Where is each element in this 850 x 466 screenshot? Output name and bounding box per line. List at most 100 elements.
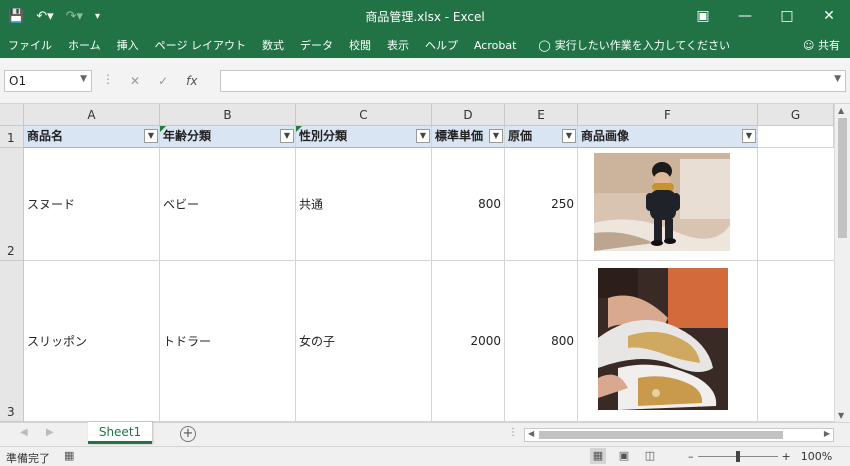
save-icon[interactable]: 💾 bbox=[8, 9, 24, 24]
zoom-slider-knob[interactable] bbox=[735, 451, 740, 462]
redo-icon[interactable]: ↷▾ bbox=[66, 9, 83, 24]
column-header-g[interactable]: G bbox=[758, 104, 834, 126]
ribbon-display-options-icon[interactable]: ▣ bbox=[682, 0, 724, 32]
macro-record-icon[interactable]: ▦ bbox=[64, 449, 74, 462]
zoom-slider[interactable] bbox=[697, 449, 778, 463]
cell-number: 800 bbox=[551, 334, 574, 348]
scroll-down-icon[interactable]: ▼ bbox=[838, 411, 844, 420]
scroll-up-icon[interactable]: ▲ bbox=[838, 106, 844, 115]
column-header-f[interactable]: F bbox=[578, 104, 758, 126]
sheet-tab-sheet1[interactable]: Sheet1 bbox=[88, 422, 152, 444]
cell-a2[interactable]: スヌード bbox=[24, 148, 160, 261]
filter-dropdown-icon[interactable]: ▼ bbox=[742, 129, 756, 143]
header-label: 商品画像 bbox=[581, 129, 630, 143]
tab-split-grip-icon[interactable]: ⋮ bbox=[508, 427, 518, 438]
tab-home[interactable]: ホーム bbox=[60, 37, 109, 53]
header-cell-cost[interactable]: 原価 ▼ bbox=[505, 126, 578, 148]
shoes-photo-svg bbox=[598, 268, 728, 410]
vertical-scroll-thumb[interactable] bbox=[838, 118, 847, 238]
filter-dropdown-icon[interactable]: ▼ bbox=[280, 129, 294, 143]
tab-file[interactable]: ファイル bbox=[0, 37, 60, 53]
column-header-c[interactable]: C bbox=[296, 104, 432, 126]
undo-icon[interactable]: ↶▾ bbox=[36, 9, 53, 24]
share-label: 共有 bbox=[818, 39, 840, 52]
column-header-e[interactable]: E bbox=[505, 104, 578, 126]
cell-d3[interactable]: 2000 bbox=[432, 261, 505, 422]
toddler-in-snood-photo[interactable] bbox=[594, 153, 730, 251]
filter-dropdown-icon[interactable]: ▼ bbox=[562, 129, 576, 143]
window-title: 商品管理.xlsx - Excel bbox=[365, 9, 485, 24]
tell-me-box[interactable]: ◯ 実行したい作業を入力してください bbox=[538, 37, 730, 53]
chevron-down-icon[interactable]: ▼ bbox=[80, 74, 87, 84]
enter-icon[interactable]: ✓ bbox=[158, 74, 168, 88]
formula-bar: O1 ▼ ⋮ ✕ ✓ fx ▼ bbox=[0, 58, 850, 104]
insert-function-icon[interactable]: fx bbox=[186, 74, 197, 88]
page-layout-view-icon[interactable]: ▣ bbox=[616, 448, 632, 464]
header-cell-standard-price[interactable]: 標準単価 ▼ bbox=[432, 126, 505, 148]
cell-b3[interactable]: トドラー bbox=[160, 261, 296, 422]
header-cell-age-category[interactable]: 年齢分類 ▼ bbox=[160, 126, 296, 148]
scroll-left-icon[interactable]: ◀ bbox=[528, 429, 534, 438]
horizontal-scroll-thumb[interactable] bbox=[539, 431, 783, 439]
filter-dropdown-icon[interactable]: ▼ bbox=[144, 129, 158, 143]
cell-c3[interactable]: 女の子 bbox=[296, 261, 432, 422]
tab-page-layout[interactable]: ページ レイアウト bbox=[147, 37, 254, 53]
cell-b2[interactable]: ベビー bbox=[160, 148, 296, 261]
cell-text: 共通 bbox=[299, 197, 324, 212]
cell-g2[interactable] bbox=[758, 148, 834, 261]
cell-e3[interactable]: 800 bbox=[505, 261, 578, 422]
customize-qat-icon[interactable]: ▾ bbox=[95, 11, 100, 22]
maximize-icon[interactable]: □ bbox=[766, 0, 808, 32]
minimize-icon[interactable]: — bbox=[724, 0, 766, 32]
tab-acrobat[interactable]: Acrobat bbox=[466, 39, 524, 52]
header-label: 性別分類 bbox=[299, 129, 348, 143]
tab-insert[interactable]: 挿入 bbox=[109, 37, 147, 53]
row-header-1[interactable]: 1 bbox=[0, 126, 24, 148]
column-header-b[interactable]: B bbox=[160, 104, 296, 126]
expand-formula-bar-icon[interactable]: ▼ bbox=[834, 74, 841, 84]
header-cell-gender-category[interactable]: 性別分類 ▼ bbox=[296, 126, 432, 148]
zoom-out-icon[interactable]: – bbox=[688, 450, 694, 463]
add-sheet-icon[interactable]: + bbox=[180, 426, 196, 442]
tab-data[interactable]: データ bbox=[292, 37, 341, 53]
formula-input[interactable]: ▼ bbox=[220, 70, 846, 92]
worksheet-grid[interactable]: A B C D E F G 1 2 3 商品名 ▼ 年齢分類 ▼ 性別分類 ▼ … bbox=[0, 104, 834, 422]
name-box[interactable]: O1 ▼ bbox=[4, 70, 92, 92]
cell-g1[interactable] bbox=[758, 126, 834, 148]
column-header-a[interactable]: A bbox=[24, 104, 160, 126]
header-cell-product-name[interactable]: 商品名 ▼ bbox=[24, 126, 160, 148]
tab-formulas[interactable]: 数式 bbox=[254, 37, 292, 53]
row-header-3[interactable]: 3 bbox=[0, 261, 24, 422]
next-sheet-icon[interactable]: ▶ bbox=[46, 427, 54, 438]
header-cell-product-image[interactable]: 商品画像 ▼ bbox=[578, 126, 758, 148]
row-number: 2 bbox=[7, 244, 15, 258]
cell-number: 800 bbox=[478, 197, 501, 211]
cell-c2[interactable]: 共通 bbox=[296, 148, 432, 261]
tab-review[interactable]: 校閲 bbox=[341, 37, 379, 53]
zoom-level[interactable]: 100% bbox=[801, 450, 832, 463]
filter-dropdown-icon[interactable]: ▼ bbox=[416, 129, 430, 143]
column-header-d[interactable]: D bbox=[432, 104, 505, 126]
tab-help[interactable]: ヘルプ bbox=[417, 37, 466, 53]
sheet-tab-bar: ◀ ▶ Sheet1 + ⋮ ◀ ▶ bbox=[0, 422, 850, 446]
normal-view-icon[interactable]: ▦ bbox=[590, 448, 606, 464]
scroll-right-icon[interactable]: ▶ bbox=[824, 429, 830, 438]
vertical-scrollbar[interactable]: ▲ ▼ bbox=[834, 104, 850, 422]
cell-g3[interactable] bbox=[758, 261, 834, 422]
cell-e2[interactable]: 250 bbox=[505, 148, 578, 261]
cell-a3[interactable]: スリッポン bbox=[24, 261, 160, 422]
close-icon[interactable]: ✕ bbox=[808, 0, 850, 32]
cell-d2[interactable]: 800 bbox=[432, 148, 505, 261]
cancel-icon[interactable]: ✕ bbox=[130, 74, 140, 88]
page-break-view-icon[interactable]: ◫ bbox=[642, 448, 658, 464]
filter-dropdown-icon[interactable]: ▼ bbox=[489, 129, 503, 143]
tab-view[interactable]: 表示 bbox=[379, 37, 417, 53]
horizontal-scrollbar[interactable]: ◀ ▶ bbox=[524, 428, 834, 442]
select-all-corner[interactable] bbox=[0, 104, 24, 126]
prev-sheet-icon[interactable]: ◀ bbox=[20, 427, 28, 438]
zoom-in-icon[interactable]: + bbox=[782, 450, 791, 463]
row-header-2[interactable]: 2 bbox=[0, 148, 24, 261]
slip-on-shoes-photo[interactable] bbox=[598, 268, 728, 410]
share-button[interactable]: ☺ 共有 bbox=[803, 37, 840, 53]
ribbon-tabs: ファイル ホーム 挿入 ページ レイアウト 数式 データ 校閲 表示 ヘルプ A… bbox=[0, 32, 850, 58]
